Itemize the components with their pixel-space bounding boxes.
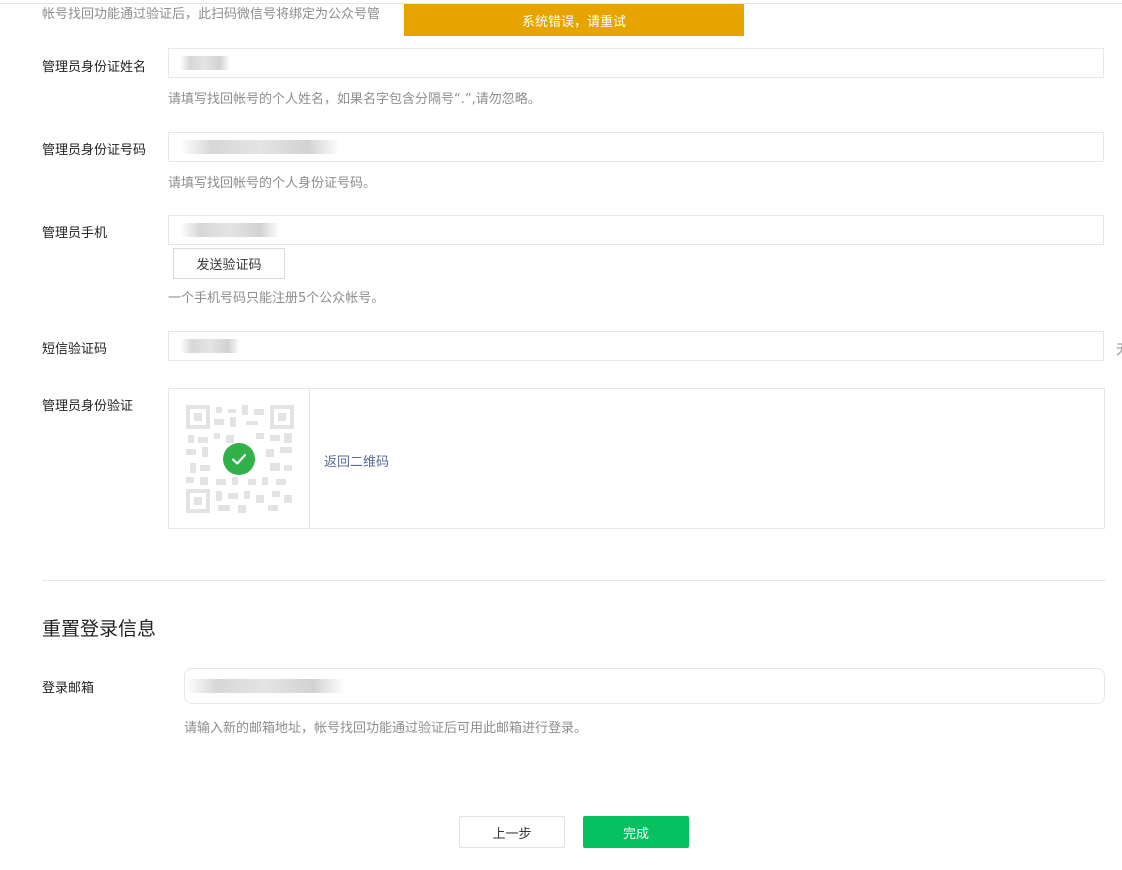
back-to-qr-link[interactable]: 返回二维码 bbox=[324, 451, 389, 470]
admin-name-label: 管理员身份证姓名 bbox=[42, 60, 147, 75]
admin-id-hint: 请填写找回帐号的个人身份证号码。 bbox=[168, 176, 377, 191]
intro-text: 帐号找回功能通过验证后，此扫码微信号将绑定为公众号管 bbox=[42, 7, 381, 22]
email-label: 登录邮箱 bbox=[42, 681, 95, 696]
email-hint: 请输入新的邮箱地址，帐号找回功能通过验证后可用此邮箱进行登录。 bbox=[184, 721, 588, 736]
redacted-value bbox=[180, 140, 340, 154]
sms-code-input[interactable] bbox=[168, 331, 1104, 361]
admin-name-hint: 请填写找回帐号的个人姓名，如果名字包含分隔号“.”,请勿忽略。 bbox=[168, 92, 541, 107]
admin-id-input[interactable] bbox=[168, 132, 1104, 162]
redacted-value bbox=[185, 679, 345, 693]
identity-panel: 返回二维码 bbox=[168, 388, 1105, 529]
email-input[interactable] bbox=[184, 668, 1105, 704]
admin-phone-hint: 一个手机号码只能注册5个公众帐号。 bbox=[168, 291, 385, 306]
section-divider bbox=[42, 580, 1106, 581]
qr-cell bbox=[169, 389, 310, 528]
check-circle-icon bbox=[223, 443, 255, 475]
sms-code-label: 短信验证码 bbox=[42, 342, 108, 357]
done-button[interactable]: 完成 bbox=[583, 816, 689, 848]
admin-id-label: 管理员身份证号码 bbox=[42, 143, 147, 158]
redacted-value bbox=[180, 339, 240, 353]
section-title: 重置登录信息 bbox=[42, 618, 157, 640]
admin-phone-input[interactable] bbox=[168, 215, 1104, 245]
prev-step-button[interactable]: 上一步 bbox=[459, 816, 565, 848]
admin-name-input[interactable] bbox=[168, 48, 1104, 78]
identity-label: 管理员身份验证 bbox=[42, 399, 134, 414]
redacted-value bbox=[180, 56, 230, 70]
redacted-value bbox=[180, 223, 280, 237]
sms-code-trailing-text: 无 bbox=[1116, 339, 1122, 358]
error-toast: 系统错误，请重试 bbox=[404, 4, 744, 36]
send-code-button[interactable]: 发送验证码 bbox=[173, 248, 285, 279]
admin-phone-label: 管理员手机 bbox=[42, 226, 108, 241]
